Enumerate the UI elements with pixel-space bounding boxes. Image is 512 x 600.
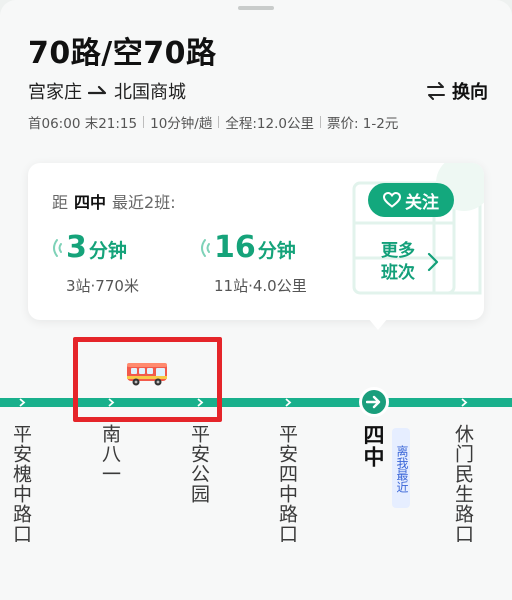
switch-direction-button[interactable]: 换向 [426, 78, 488, 104]
route-info-row: 首06:00 末21:15 10分钟/趟 全程:12.0公里 票价: 1-2元 [28, 112, 398, 132]
eta-next-bus: 3 分钟 3站·770米 [48, 233, 139, 296]
eta-detail: 3站·770米 [66, 277, 139, 295]
swap-arrows-icon [427, 82, 445, 100]
service-hours: 首06:00 末21:15 [28, 116, 138, 132]
follow-label: 关注 [405, 192, 439, 213]
eta-minutes: 16 [214, 230, 256, 265]
current-stop-marker [359, 387, 389, 417]
eta-target-stop: 四中 [74, 193, 107, 212]
eta-suffix: 最近2班: [112, 193, 176, 212]
signal-waves-icon [201, 239, 210, 257]
station-item[interactable]: 平安槐中路口 [9, 424, 35, 544]
route-detail-sheet: 70路/空70路 宫家庄 北国商城 换向 首06:00 末21:15 10分钟/… [0, 0, 512, 600]
chevron-right-icon [461, 398, 468, 407]
eta-second-bus: 16 分钟 11站·4.0公里 [196, 233, 307, 296]
bus-icon[interactable] [125, 360, 169, 388]
destination-stop: 北国商城 [114, 82, 186, 103]
drag-handle[interactable] [238, 6, 274, 10]
chevron-right-icon [285, 398, 292, 407]
eta-unit: 分钟 [88, 240, 127, 262]
chevron-right-icon [427, 252, 439, 272]
fare: 票价: 1-2元 [326, 116, 399, 132]
card-pointer [368, 318, 388, 330]
divider [143, 116, 145, 128]
heart-icon [383, 192, 401, 208]
station-item[interactable]: 平安四中路口 [275, 424, 301, 544]
switch-direction-label: 换向 [452, 82, 488, 103]
direction-row: 宫家庄 北国商城 换向 [28, 78, 488, 104]
chevron-right-icon [19, 398, 26, 407]
divider [218, 116, 220, 128]
eta-minutes: 3 [66, 230, 87, 265]
eta-card: 距 四中 最近2班: 关注 3 分钟 3站·770米 16 分钟 11站·4.0… [28, 163, 484, 320]
eta-detail: 11站·4.0公里 [214, 277, 307, 295]
route-length: 全程:12.0公里 [225, 116, 314, 132]
eta-unit: 分钟 [257, 240, 296, 262]
station-item[interactable]: 休门民生路口 [451, 424, 477, 544]
arrow-circle-icon [366, 395, 381, 409]
route-title: 70路/空70路 [28, 36, 217, 71]
station-item[interactable]: 平安公园 [187, 424, 213, 504]
divider [319, 116, 321, 128]
arrow-right-icon [88, 85, 107, 95]
signal-waves-icon [53, 239, 62, 257]
nearest-stop-tag: 离我最近 [392, 428, 410, 508]
station-item-current[interactable]: 四中 [361, 424, 387, 468]
eta-prefix: 距 [52, 193, 69, 212]
eta-card-header: 距 四中 最近2班: [52, 189, 176, 213]
more-departures-button[interactable]: 更多班次 [381, 238, 461, 286]
station-item[interactable]: 南八一 [98, 424, 124, 484]
origin-stop: 宫家庄 [28, 82, 82, 103]
follow-button[interactable]: 关注 [368, 183, 454, 217]
headway: 10分钟/趟 [150, 116, 213, 132]
more-departures-label: 更多班次 [381, 241, 415, 283]
